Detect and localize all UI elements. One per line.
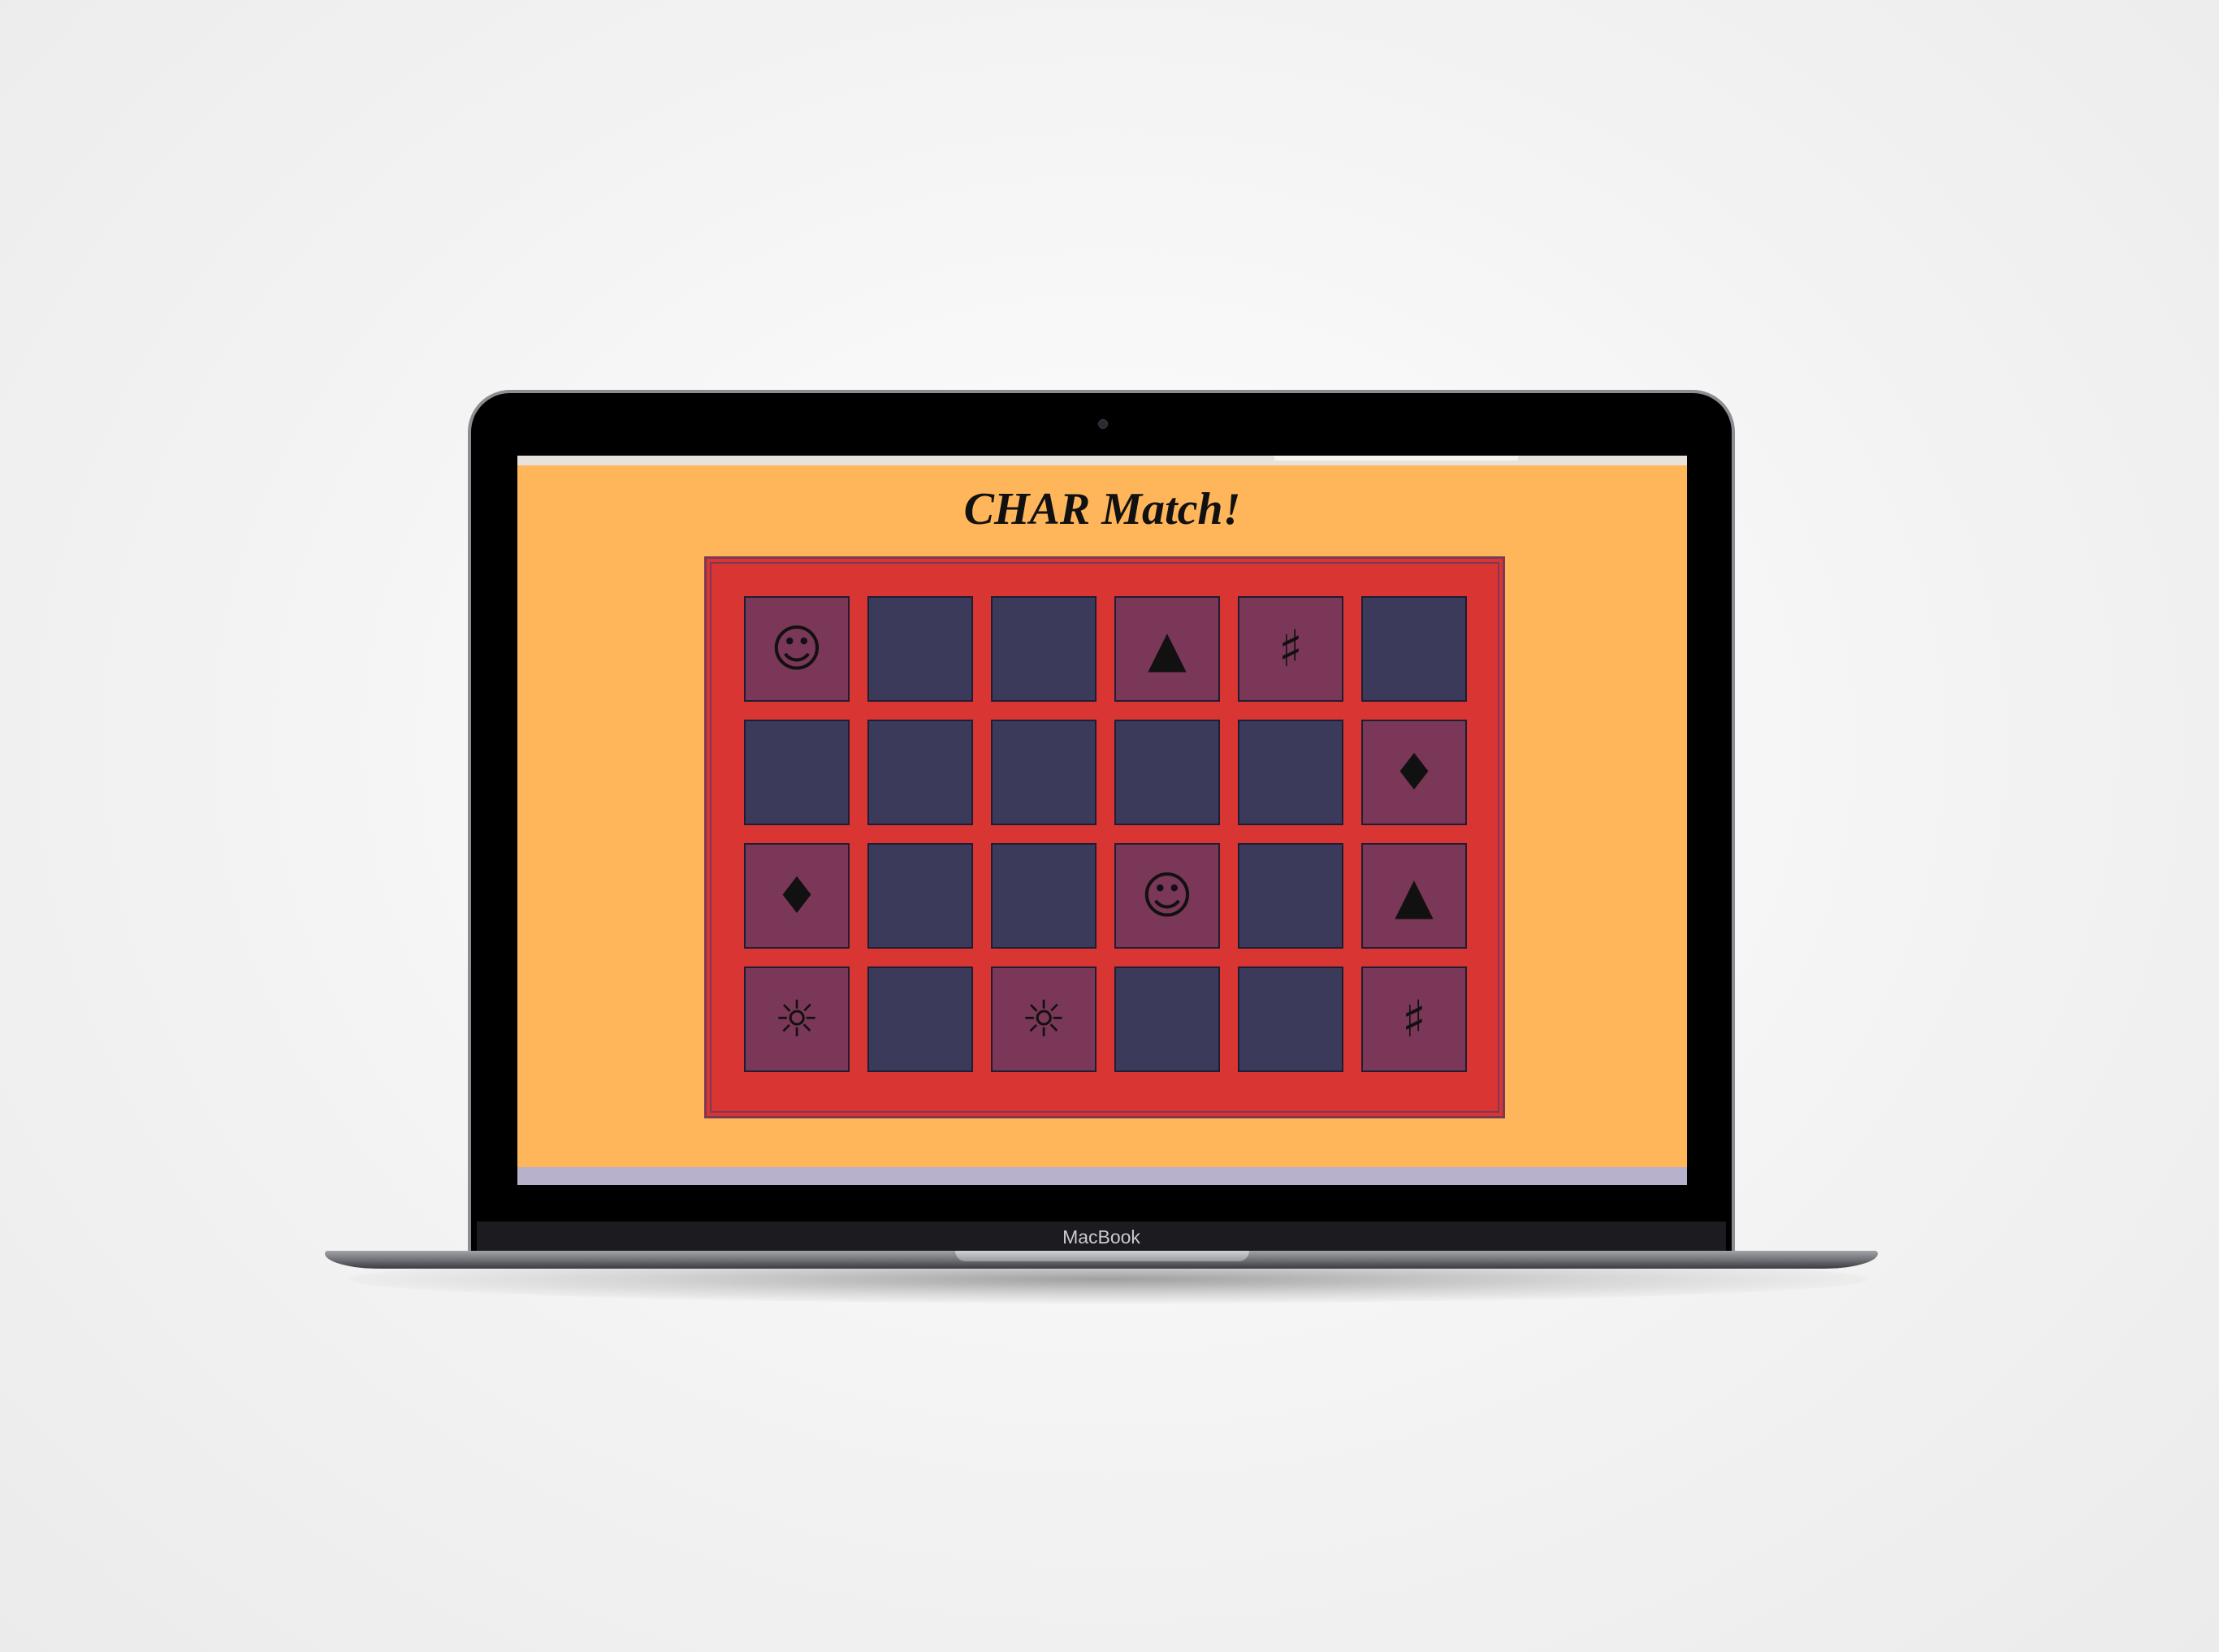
laptop-opening-notch bbox=[955, 1251, 1249, 1261]
webcam-icon bbox=[1098, 419, 1108, 429]
browser-tab[interactable] bbox=[1274, 456, 1518, 461]
card-face-up[interactable]: ♦ bbox=[744, 843, 850, 949]
card-face-up[interactable]: ☼ bbox=[991, 967, 1097, 1072]
card-face-up[interactable]: ☺ bbox=[1114, 843, 1220, 949]
card-face-down[interactable] bbox=[1114, 720, 1220, 825]
laptop-screen: CHAR Match! ☺ ▲ ♯ ♦ ♦ ☺ ▲ ☼ ☼ ♯ bbox=[517, 456, 1687, 1185]
card-face-down[interactable] bbox=[744, 720, 850, 825]
card-face-down[interactable] bbox=[1361, 596, 1467, 702]
sun-icon: ☼ bbox=[1021, 989, 1066, 1049]
card-face-down[interactable] bbox=[991, 720, 1097, 825]
smiley-icon: ☺ bbox=[770, 619, 824, 678]
diamond-icon: ♦ bbox=[1391, 742, 1437, 802]
card-face-down[interactable] bbox=[1238, 843, 1343, 949]
card-face-down[interactable] bbox=[1238, 720, 1343, 825]
page-title: CHAR Match! bbox=[963, 484, 1241, 534]
card-face-up[interactable]: ♯ bbox=[1361, 967, 1467, 1072]
card-face-down[interactable] bbox=[991, 596, 1097, 702]
sharp-icon: ♯ bbox=[1278, 619, 1303, 678]
card-grid: ☺ ▲ ♯ ♦ ♦ ☺ ▲ ☼ ☼ ♯ bbox=[744, 596, 1467, 1072]
sun-icon: ☼ bbox=[774, 989, 820, 1049]
card-face-up[interactable]: ♯ bbox=[1238, 596, 1343, 702]
card-face-down[interactable] bbox=[991, 843, 1097, 949]
card-face-up[interactable]: ▲ bbox=[1114, 596, 1220, 702]
card-face-down[interactable] bbox=[867, 720, 973, 825]
card-face-up[interactable]: ▲ bbox=[1361, 843, 1467, 949]
sharp-icon: ♯ bbox=[1401, 989, 1426, 1049]
browser-bottom-bar bbox=[517, 1167, 1687, 1185]
card-face-up[interactable]: ♦ bbox=[1361, 720, 1467, 825]
game-board: ☺ ▲ ♯ ♦ ♦ ☺ ▲ ☼ ☼ ♯ bbox=[704, 556, 1505, 1118]
card-face-down[interactable] bbox=[867, 843, 973, 949]
card-face-down[interactable] bbox=[1114, 967, 1220, 1072]
triangle-icon: ▲ bbox=[1395, 866, 1434, 925]
card-face-up[interactable]: ☺ bbox=[744, 596, 850, 702]
laptop-brand-label: MacBook bbox=[1062, 1226, 1140, 1248]
card-face-down[interactable] bbox=[867, 596, 973, 702]
triangle-icon: ▲ bbox=[1148, 619, 1187, 678]
card-face-down[interactable] bbox=[867, 967, 973, 1072]
card-face-down[interactable] bbox=[1238, 967, 1343, 1072]
smiley-icon: ☺ bbox=[1140, 866, 1194, 925]
card-face-up[interactable]: ☼ bbox=[744, 967, 850, 1072]
diamond-icon: ♦ bbox=[774, 866, 820, 925]
browser-top-bar bbox=[517, 456, 1687, 465]
laptop-hinge: MacBook bbox=[477, 1222, 1726, 1252]
